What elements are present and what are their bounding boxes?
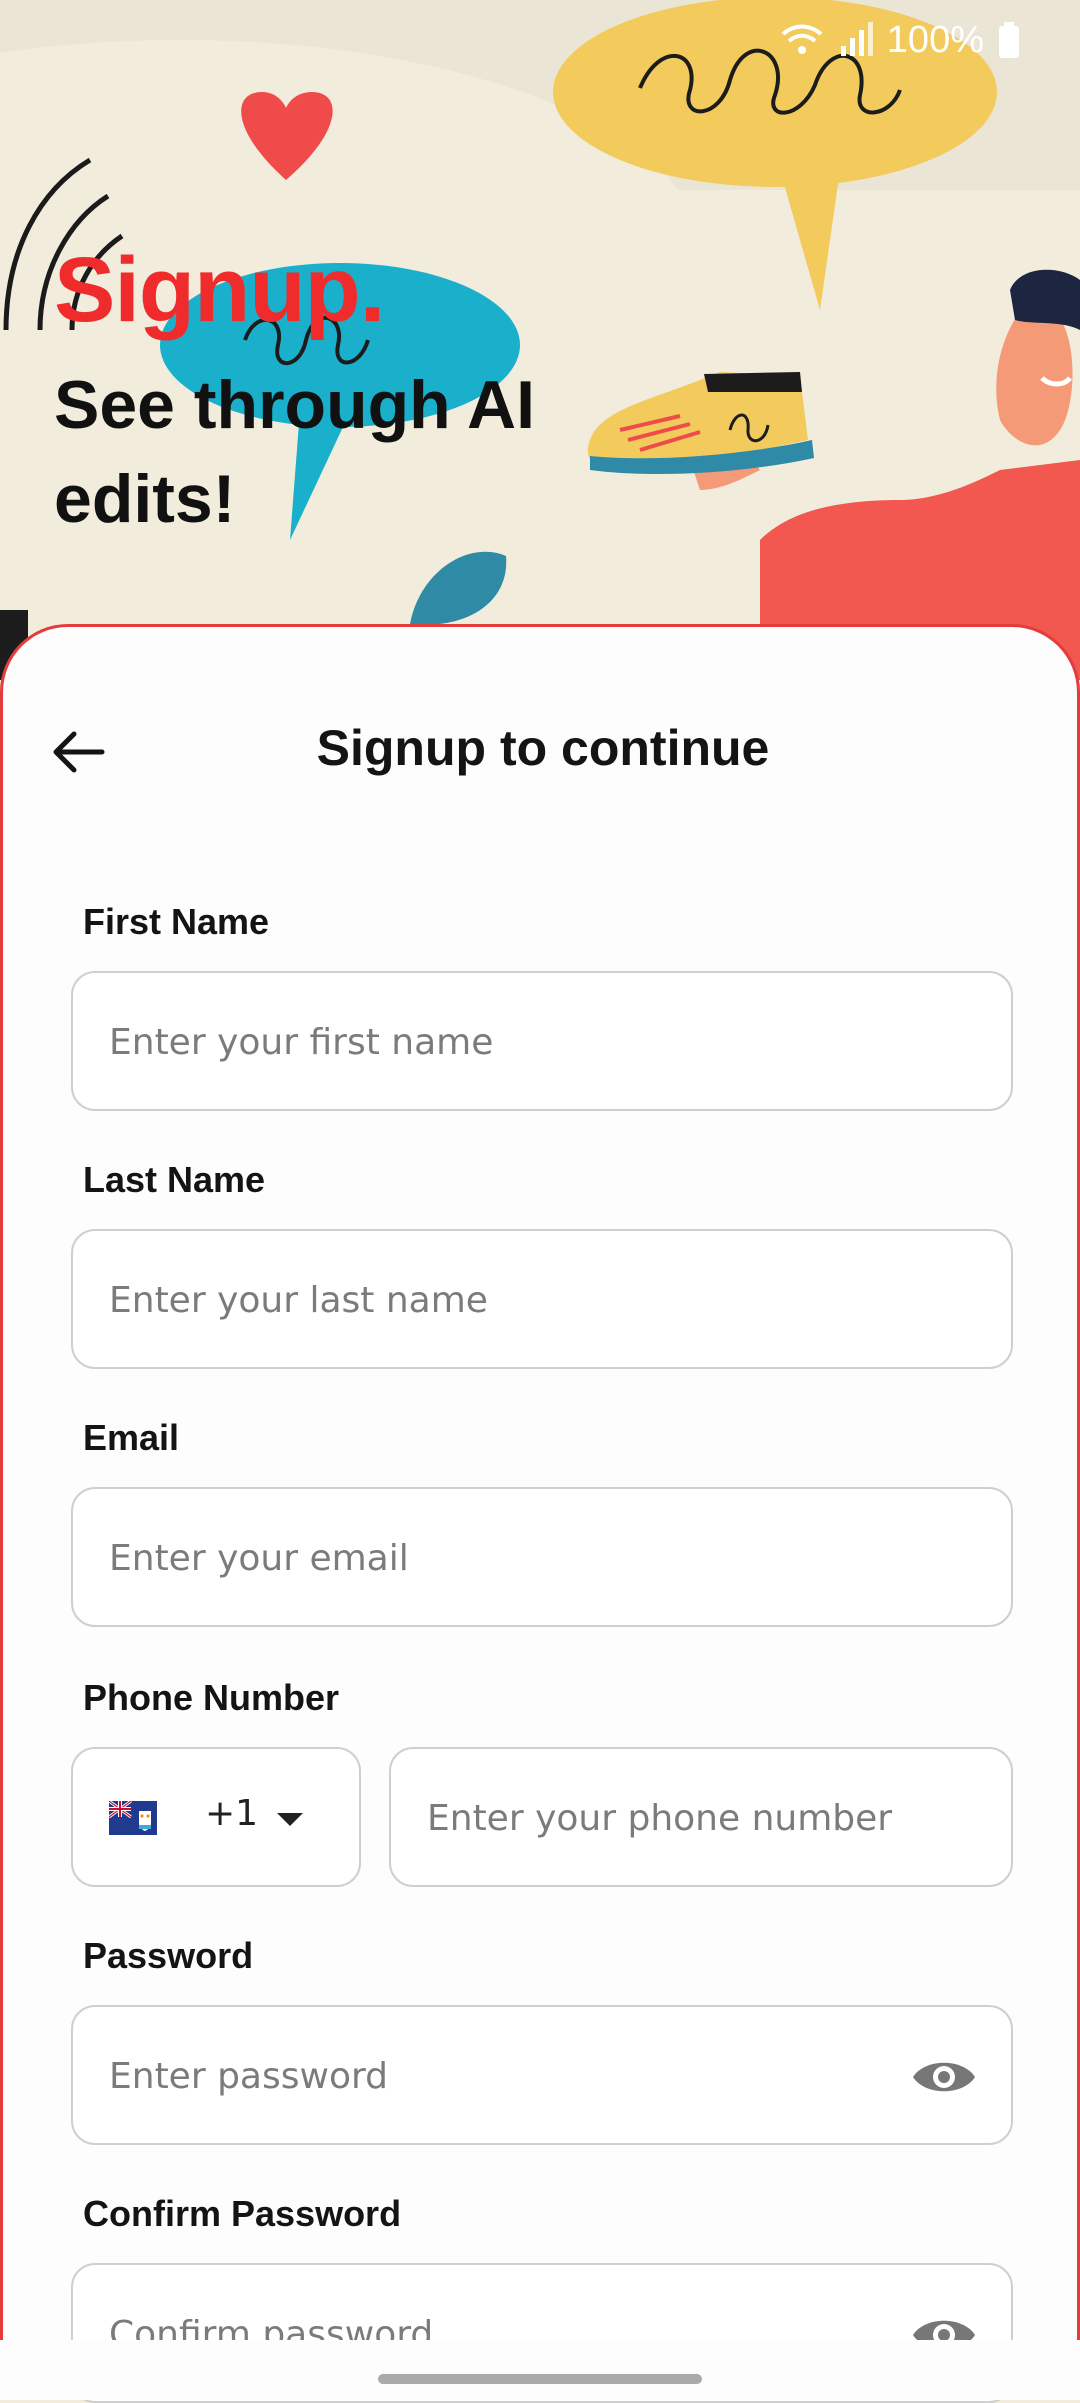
- email-field[interactable]: [71, 1487, 1013, 1627]
- country-code: +1: [205, 1793, 259, 1834]
- email-label: Email: [83, 1417, 180, 1458]
- first-name-field[interactable]: [71, 971, 1013, 1111]
- last-name-field[interactable]: [71, 1229, 1013, 1369]
- confirm-password-label: Confirm Password: [83, 2193, 402, 2234]
- signup-card: Signup to continue First Name Last Name …: [0, 624, 1080, 2403]
- page-title: Signup.: [54, 239, 385, 341]
- battery-percentage: 100%: [886, 18, 984, 61]
- signal-icon: [840, 22, 873, 56]
- battery-icon: [999, 22, 1019, 58]
- email-input[interactable]: [107, 1489, 911, 1627]
- home-indicator[interactable]: [378, 2374, 702, 2384]
- last-name-label: Last Name: [83, 1159, 266, 1200]
- phone-number-input[interactable]: [425, 1749, 1080, 1887]
- phone-number-field[interactable]: [389, 1747, 1080, 1887]
- card-title: Signup to continue: [316, 720, 770, 776]
- bottom-fade: [0, 2340, 1080, 2400]
- anguilla-flag-icon: [109, 1801, 157, 1835]
- first-name-input[interactable]: [107, 973, 911, 1111]
- last-name-input[interactable]: [107, 1231, 911, 1369]
- password-label: Password: [83, 1935, 254, 1976]
- password-input[interactable]: [107, 2007, 911, 2145]
- country-code-selector[interactable]: +1: [71, 1747, 361, 1887]
- status-bar: 100%: [0, 0, 1080, 80]
- password-field[interactable]: [71, 2005, 1013, 2145]
- wifi-icon: [781, 24, 823, 54]
- eye-icon[interactable]: [911, 2052, 977, 2102]
- first-name-label: First Name: [83, 901, 270, 942]
- chevron-down-icon: [277, 1813, 303, 1826]
- phone-label: Phone Number: [83, 1677, 340, 1718]
- page-subtitle: See through AI edits!: [54, 367, 536, 537]
- hero-illustration: 100% Signup. See through AI edits!: [0, 0, 1080, 680]
